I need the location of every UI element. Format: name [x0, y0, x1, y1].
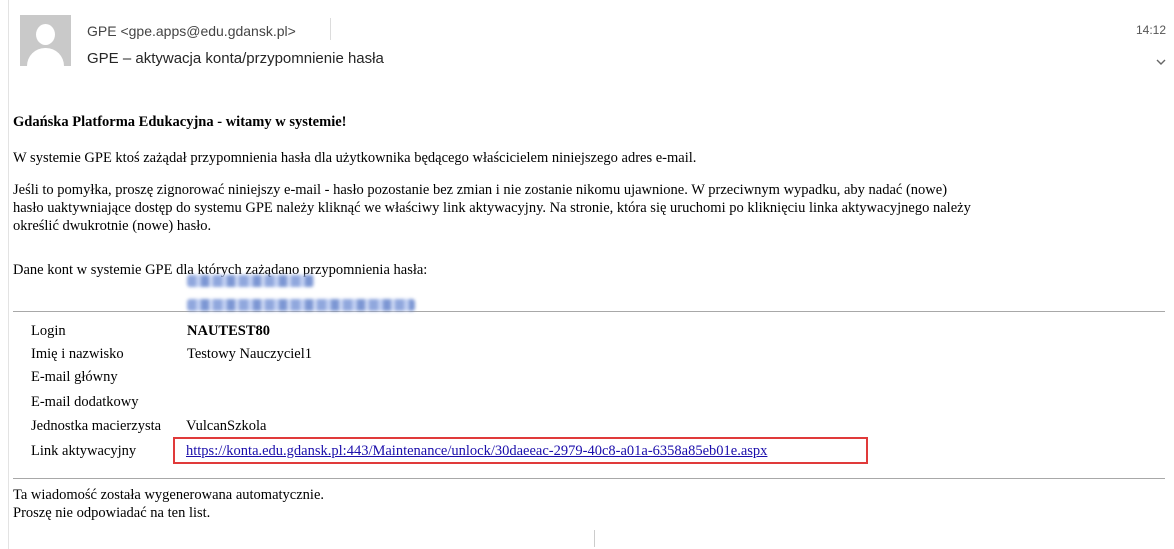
- login-value: NAUTEST80: [187, 323, 270, 339]
- person-avatar-icon: [20, 15, 71, 66]
- activation-link[interactable]: https://konta.edu.gdansk.pl:443/Maintena…: [186, 443, 767, 460]
- chevron-down-icon[interactable]: [1154, 55, 1168, 69]
- email-main-value-redacted: [187, 275, 314, 287]
- text-cursor: [594, 530, 598, 547]
- header-divider: [330, 18, 331, 40]
- unit-value: VulcanSzkola: [186, 418, 267, 434]
- sender-address[interactable]: GPE <gpe.apps@edu.gdansk.pl>: [87, 23, 296, 39]
- received-time: 14:12: [1135, 23, 1166, 37]
- greeting-heading: Gdańska Platforma Edukacyjna - witamy w …: [13, 114, 347, 130]
- email-header: GPE <gpe.apps@edu.gdansk.pl> GPE – aktyw…: [0, 0, 1174, 80]
- email-main-label: E-mail główny: [31, 369, 118, 385]
- footer-line-1: Ta wiadomość została wygenerowana automa…: [13, 487, 325, 503]
- divider: [13, 478, 1165, 479]
- name-label: Imię i nazwisko: [31, 346, 124, 362]
- body-paragraph-1: W systemie GPE ktoś zażądał przypomnieni…: [13, 150, 697, 166]
- body-paragraph-2-line-1: Jeśli to pomyłka, proszę zignorować nini…: [13, 182, 948, 198]
- email-extra-value-redacted: [187, 299, 415, 311]
- body-paragraph-2-line-3: określić dwukrotnie (nowe) hasło.: [13, 218, 212, 234]
- login-label: Login: [31, 323, 66, 339]
- email-extra-label: E-mail dodatkowy: [31, 394, 139, 410]
- divider: [13, 311, 1165, 312]
- left-border: [8, 0, 9, 549]
- email-subject: GPE – aktywacja konta/przypomnienie hasł…: [87, 50, 384, 67]
- name-value: Testowy Nauczyciel1: [187, 346, 313, 362]
- activation-link-label: Link aktywacyjny: [31, 443, 137, 459]
- unit-label: Jednostka macierzysta: [31, 418, 162, 434]
- footer-line-2: Proszę nie odpowiadać na ten list.: [13, 505, 211, 521]
- body-paragraph-2-line-2: hasło uaktywniające dostęp do systemu GP…: [13, 200, 971, 216]
